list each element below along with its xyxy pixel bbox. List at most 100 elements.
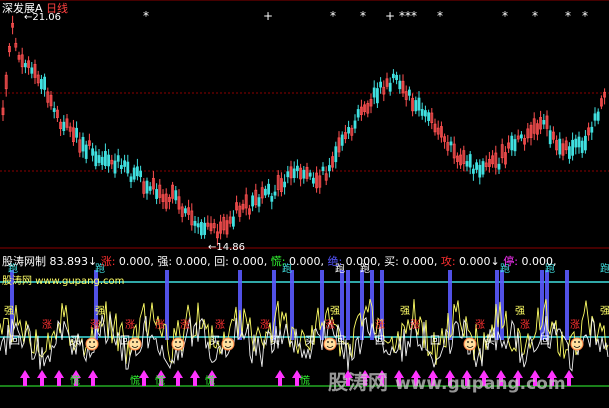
candle-body bbox=[292, 168, 296, 179]
smiley-circle bbox=[128, 337, 142, 351]
smiley-eye bbox=[89, 341, 91, 343]
candle-body bbox=[468, 154, 472, 168]
candle-body bbox=[183, 208, 187, 214]
candle-body bbox=[107, 154, 110, 167]
watermark-small-cn: 股涛网 bbox=[2, 276, 32, 287]
candle-body bbox=[126, 161, 130, 174]
candle-body bbox=[398, 80, 402, 90]
candle-body bbox=[497, 163, 501, 170]
indicator-field-value: 0.000, bbox=[172, 255, 211, 268]
candle-body bbox=[571, 139, 574, 156]
candle-body bbox=[94, 151, 98, 167]
price-chart-panel[interactable]: * + * * + * * * * * * * * 深发展A 日线 ←21.06 ←14.86 bbox=[0, 0, 609, 253]
star-signal-icon: * bbox=[532, 9, 538, 23]
signal-label-rise: 涨 bbox=[125, 319, 135, 331]
candle-body bbox=[257, 197, 261, 207]
candle-body bbox=[372, 87, 376, 98]
candle-body bbox=[407, 89, 411, 96]
candlestick-chart[interactable]: * + * * + * * * * * * * * bbox=[0, 0, 609, 252]
signal-label-back: 回 bbox=[335, 335, 345, 347]
buy-arrow-up-icon bbox=[190, 370, 200, 386]
indicator-field-value: 0.000, bbox=[342, 255, 381, 268]
smiley-eye bbox=[179, 341, 181, 343]
candle-body bbox=[423, 110, 427, 117]
smiley-eye bbox=[574, 341, 576, 343]
candle-body bbox=[558, 138, 562, 155]
candle-body bbox=[283, 181, 287, 188]
buy-arrow-up-icon bbox=[275, 370, 285, 386]
smiley-face-icon bbox=[570, 337, 584, 351]
candle-body bbox=[584, 135, 587, 151]
signal-label-back: 回 bbox=[10, 335, 20, 347]
indicator-field: 回: 0.000, bbox=[211, 255, 268, 268]
candle-body bbox=[510, 135, 514, 151]
smiley-circle bbox=[85, 337, 99, 351]
candle-body bbox=[417, 97, 421, 111]
smiley-circle bbox=[463, 337, 477, 351]
signal-label-panic: 慌 bbox=[130, 375, 140, 387]
indicator-header: 股涛网制 83.893↓ 涨: 0.000, 强: 0.000, 回: 0.00… bbox=[2, 253, 556, 269]
smiley-circle bbox=[221, 337, 235, 351]
candle-body bbox=[286, 171, 290, 178]
buy-arrow-up-icon bbox=[54, 370, 64, 386]
candle-body bbox=[97, 155, 101, 163]
smiley-circle bbox=[570, 337, 584, 351]
indicator-field-label: 强: bbox=[153, 255, 173, 268]
candle-body bbox=[596, 111, 600, 121]
candle-body bbox=[391, 73, 395, 79]
indicator-fields: 涨: 0.000, 强: 0.000, 回: 0.000, 慌: 0.000, … bbox=[101, 255, 557, 268]
candle-body bbox=[420, 109, 424, 116]
candle-body bbox=[449, 141, 453, 146]
smiley-circle bbox=[171, 337, 185, 351]
candle-body bbox=[155, 189, 159, 199]
indicator-field: 绝: 0.000, bbox=[324, 255, 381, 268]
candle-body bbox=[548, 130, 552, 145]
candle-body bbox=[135, 166, 139, 177]
candle-body bbox=[196, 223, 200, 228]
candle-body bbox=[356, 109, 360, 118]
candle-body bbox=[478, 164, 482, 178]
candle-body bbox=[116, 155, 120, 162]
signal-label-back: 回 bbox=[120, 335, 130, 347]
blue-signal-bar bbox=[565, 270, 569, 340]
star-signal-icon: * bbox=[360, 9, 366, 23]
candle-body bbox=[123, 160, 126, 167]
indicator-field-label: 买: bbox=[380, 255, 399, 268]
star-signal-icon: * bbox=[330, 9, 336, 23]
star-signal-icon: * bbox=[437, 9, 443, 23]
signal-label-rise: 涨 bbox=[475, 319, 485, 331]
watermark-small-url: www.gupang.com bbox=[35, 276, 125, 287]
candle-body bbox=[104, 150, 107, 166]
signal-label-rise: 涨 bbox=[215, 319, 225, 331]
indicator-field-label: 慌: bbox=[267, 255, 286, 268]
watermark-big-cn: 股涛网 bbox=[328, 370, 388, 394]
indicator-field-value: 0.000, bbox=[228, 255, 268, 268]
candle-body bbox=[231, 216, 235, 227]
signal-label-rise: 涨 bbox=[42, 319, 52, 331]
indicator-panel[interactable]: 跑跑跑跑跑跑跑跑强强强强强强涨涨涨涨涨涨涨涨涨涨涨涨涨回回回回回回买买买买买慌慌… bbox=[0, 252, 609, 408]
candle-body bbox=[568, 146, 571, 159]
candle-body bbox=[475, 162, 479, 170]
candle-body bbox=[75, 127, 78, 138]
blue-signal-bar bbox=[340, 270, 344, 340]
plus-signal-icon: + bbox=[385, 9, 395, 23]
smiley-eye bbox=[467, 341, 469, 343]
candle-body bbox=[62, 121, 66, 132]
indicator-field-value: 0.000, bbox=[398, 255, 438, 268]
candle-body bbox=[132, 167, 136, 180]
smiley-face-icon bbox=[221, 337, 235, 351]
candle-body bbox=[580, 140, 584, 153]
candle-body bbox=[174, 190, 178, 201]
candle-body bbox=[139, 170, 143, 178]
indicator-field-value: 0.000, bbox=[285, 255, 324, 268]
smiley-face-icon bbox=[85, 337, 99, 351]
candle-body bbox=[574, 138, 578, 148]
candle-body bbox=[129, 176, 133, 182]
watermark-big-url: www.gupang.com bbox=[394, 374, 566, 394]
signal-label-rise: 涨 bbox=[90, 319, 100, 331]
candle-body bbox=[43, 76, 46, 90]
indicator-field-label: 停: bbox=[499, 255, 518, 268]
signal-label-buy: 买 bbox=[70, 335, 80, 347]
signal-label-buy: 买 bbox=[485, 335, 495, 347]
smiley-circle bbox=[323, 337, 337, 351]
